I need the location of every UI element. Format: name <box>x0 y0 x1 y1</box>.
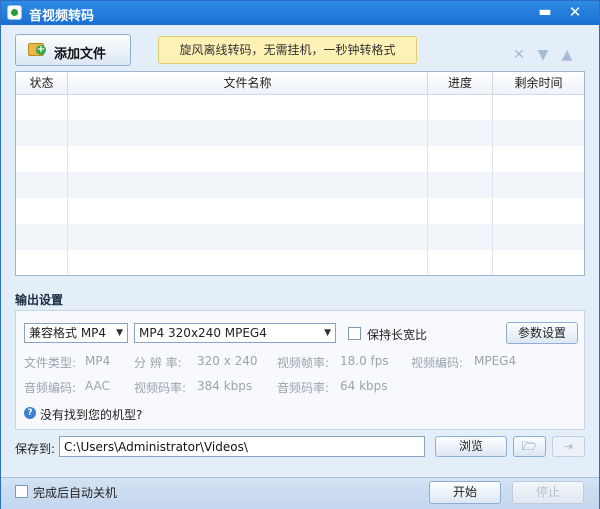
add-folder-icon <box>28 43 46 56</box>
minimize-button[interactable]: ▬ <box>533 3 557 22</box>
format-select[interactable]: 兼容格式 MP4 ▼ <box>24 323 128 343</box>
folder-open-icon: 🗁 <box>522 439 537 453</box>
move-up-icon[interactable]: ▲ <box>560 48 574 62</box>
promo-banner[interactable]: 旋风离线转码，无需挂机，一秒钟转格式 <box>158 36 417 64</box>
file-type-value: MP4 <box>85 354 111 368</box>
chevron-down-icon: ▼ <box>324 328 331 338</box>
stop-button[interactable]: 停止 <box>512 481 584 504</box>
file-list-table[interactable]: 状态 文件名称 进度 剩余时间 <box>15 71 585 276</box>
add-files-button[interactable]: 添加文件 <box>15 34 131 66</box>
save-to-label: 保存到: <box>15 442 56 456</box>
table-row <box>16 172 584 198</box>
table-row <box>16 250 584 275</box>
audio-codec-value: AAC <box>85 379 110 393</box>
keep-ratio-label: 保持长宽比 <box>367 328 428 342</box>
table-row <box>16 94 584 120</box>
resolution-value: 320 x 240 <box>197 354 258 368</box>
column-divider <box>492 72 493 275</box>
table-row <box>16 224 584 250</box>
column-divider <box>67 72 68 275</box>
title-bar: 音视频转码 ▬ ✕ <box>1 1 599 25</box>
preset-select-value: MP4 320x240 MPEG4 <box>139 326 267 340</box>
file-type-label: 文件类型: <box>24 356 77 370</box>
video-bitrate-label: 视频码率: <box>134 381 187 395</box>
table-header: 状态 文件名称 进度 剩余时间 <box>16 72 584 95</box>
column-header-remaining[interactable]: 剩余时间 <box>493 72 584 94</box>
browse-button[interactable]: 浏览 <box>435 436 507 457</box>
frame-rate-label: 视频帧率: <box>277 356 330 370</box>
table-row <box>16 120 584 146</box>
table-row <box>16 146 584 172</box>
add-files-label: 添加文件 <box>54 47 107 62</box>
parameter-settings-button[interactable]: 参数设置 <box>506 322 578 344</box>
export-icon: ⇥ <box>563 440 574 453</box>
auto-shutdown-label: 完成后自动关机 <box>33 486 118 500</box>
column-header-filename[interactable]: 文件名称 <box>68 72 428 94</box>
chevron-down-icon: ▼ <box>116 328 123 338</box>
video-codec-value: MPEG4 <box>474 354 517 368</box>
auto-shutdown-checkbox[interactable] <box>15 485 28 498</box>
table-row <box>16 198 584 224</box>
start-button[interactable]: 开始 <box>429 481 501 504</box>
audio-codec-label: 音频编码: <box>24 381 77 395</box>
audio-bitrate-label: 音频码率: <box>277 381 330 395</box>
frame-rate-value: 18.0 fps <box>340 354 389 368</box>
column-header-status[interactable]: 状态 <box>16 72 68 94</box>
window-title: 音视频转码 <box>29 9 95 24</box>
output-settings-title: 输出设置 <box>15 293 64 307</box>
move-down-icon[interactable]: ▼ <box>536 48 550 62</box>
export-button[interactable]: ⇥ <box>552 436 585 457</box>
column-divider <box>427 72 428 275</box>
device-not-found-link[interactable]: 没有找到您的机型? <box>40 406 142 423</box>
column-header-progress[interactable]: 进度 <box>428 72 493 94</box>
video-bitrate-value: 384 kbps <box>197 379 253 393</box>
video-codec-label: 视频编码: <box>411 356 464 370</box>
format-select-value: 兼容格式 MP4 <box>29 326 107 340</box>
audio-bitrate-value: 64 kbps <box>340 379 388 393</box>
close-button[interactable]: ✕ <box>563 3 587 22</box>
resolution-label: 分 辨 率: <box>134 356 182 370</box>
question-icon: ? <box>24 407 36 419</box>
preset-select[interactable]: MP4 320x240 MPEG4 ▼ <box>134 323 336 343</box>
converter-window: 音视频转码 ▬ ✕ 添加文件 旋风离线转码，无需挂机，一秒钟转格式 ✕ ▼ ▲ … <box>0 0 600 509</box>
delete-icon[interactable]: ✕ <box>512 48 526 62</box>
open-folder-button[interactable]: 🗁 <box>513 436 546 457</box>
keep-ratio-checkbox[interactable] <box>348 327 361 340</box>
app-icon <box>7 5 22 20</box>
save-path-input[interactable] <box>59 436 425 457</box>
